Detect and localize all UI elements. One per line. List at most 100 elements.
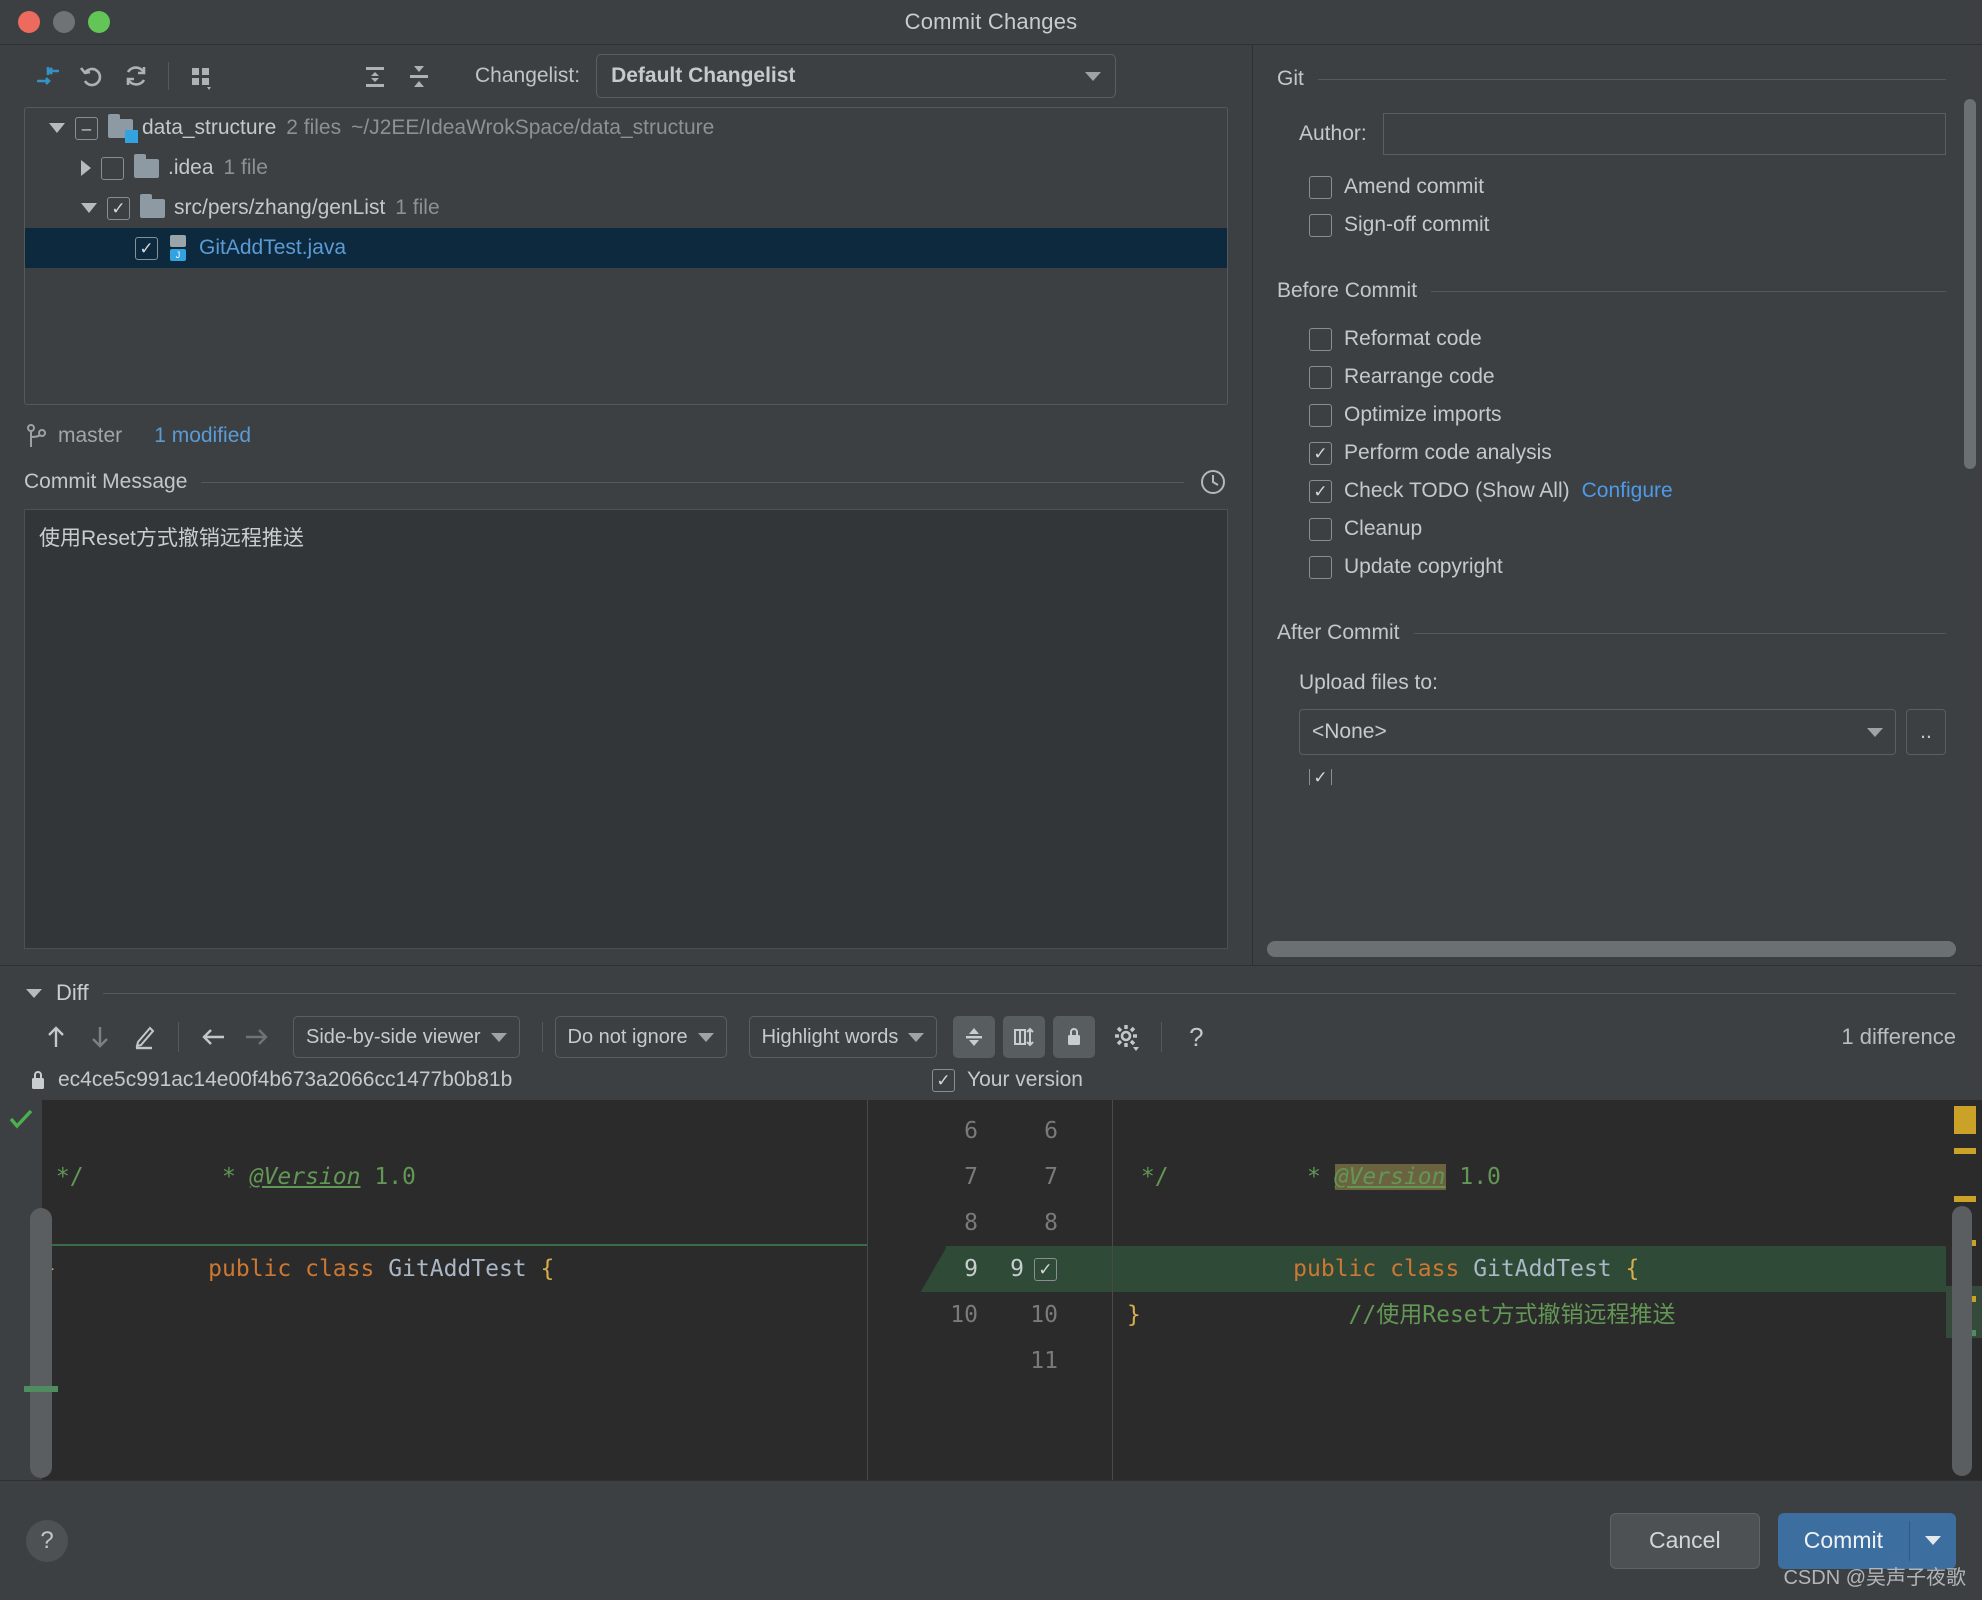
collapse-all-icon[interactable] <box>397 54 441 98</box>
chevron-down-icon <box>697 1032 714 1042</box>
chevron-right-icon[interactable] <box>81 160 91 176</box>
revert-icon[interactable] <box>70 54 114 98</box>
left-scrollbar-thumb[interactable] <box>30 1208 52 1478</box>
line-number-right: 11 <box>1030 1348 1058 1374</box>
line-number-right: 8 <box>1044 1210 1058 1236</box>
scrollbar-thumb[interactable] <box>1952 1206 1972 1476</box>
tree-item-label: data_structure <box>142 116 277 139</box>
table-row[interactable]: ✓ J GitAddTest.java <box>25 228 1227 268</box>
right-revision-label: ✓ Your version <box>880 1068 1982 1092</box>
viewer-mode-select[interactable]: Side-by-side viewer <box>293 1016 520 1058</box>
diff-right-pane[interactable]: * @Version 1.0 */ public class GitAddTes… <box>1113 1100 1982 1480</box>
edit-pencil-icon[interactable] <box>122 1015 166 1059</box>
optimize-imports-option[interactable]: Optimize imports <box>1253 403 1982 427</box>
checkbox-unchecked[interactable] <box>1309 517 1332 541</box>
help-question-icon[interactable]: ? <box>26 1519 68 1562</box>
check-todo-option[interactable]: ✓ Check TODO (Show All) Configure <box>1253 479 1982 503</box>
checkbox-unchecked[interactable] <box>1309 365 1332 389</box>
table-row[interactable]: – data_structure 2 files ~/J2EE/IdeaWrok… <box>25 108 1227 148</box>
difference-count: 1 difference <box>1841 1024 1956 1049</box>
line-number-left: 8 <box>964 1210 978 1236</box>
group-by-icon[interactable] <box>179 54 223 98</box>
scrollbar-thumb[interactable] <box>1267 941 1956 957</box>
changed-files-tree[interactable]: – data_structure 2 files ~/J2EE/IdeaWrok… <box>24 107 1228 405</box>
lock-icon[interactable] <box>1053 1016 1096 1058</box>
checkbox-unchecked[interactable] <box>1309 403 1332 427</box>
cleanup-option[interactable]: Cleanup <box>1253 517 1982 541</box>
checkbox-unchecked[interactable] <box>101 156 124 180</box>
arrow-up-icon[interactable] <box>34 1015 78 1059</box>
upload-files-label: Upload files to: <box>1299 671 1438 694</box>
whitespace-mode-select[interactable]: Do not ignore <box>554 1016 727 1058</box>
checkbox-checked[interactable]: ✓ <box>107 196 130 220</box>
align-columns-icon[interactable] <box>1003 1016 1046 1058</box>
highlight-mode-select[interactable]: Highlight words <box>748 1016 938 1058</box>
checkbox-unchecked[interactable] <box>1309 213 1332 237</box>
line-number-left: 10 <box>950 1302 978 1328</box>
refresh-icon[interactable] <box>114 54 158 98</box>
left-code: * @Version 1.0 */ public class GitAddTes… <box>42 1100 867 1480</box>
checkbox-checked[interactable]: ✓ <box>135 236 158 260</box>
accept-line-checkbox[interactable]: ✓ <box>1034 1257 1057 1281</box>
amend-commit-option[interactable]: Amend commit <box>1253 175 1982 199</box>
cancel-button[interactable]: Cancel <box>1609 1512 1760 1569</box>
divider <box>1317 78 1946 80</box>
checkbox-checked[interactable]: ✓ <box>1309 769 1332 785</box>
update-copyright-option[interactable]: Update copyright <box>1253 555 1982 579</box>
collapse-unchanged-icon[interactable] <box>953 1016 996 1058</box>
table-row[interactable]: .idea 1 file <box>25 148 1227 188</box>
options-vertical-scrollbar[interactable] <box>1964 99 1976 905</box>
arrow-down-icon[interactable] <box>78 1015 122 1059</box>
checkbox-unchecked[interactable] <box>1309 175 1332 199</box>
accept-change-icon[interactable] <box>8 1106 34 1136</box>
checkbox-checked[interactable]: ✓ <box>1309 441 1332 465</box>
divider <box>1431 290 1946 292</box>
checkbox-unchecked[interactable] <box>1309 327 1332 351</box>
expand-all-icon[interactable] <box>353 54 397 98</box>
branch-icon <box>27 424 46 447</box>
line-number-left: 7 <box>964 1164 978 1190</box>
rearrange-code-option[interactable]: Rearrange code <box>1253 365 1982 389</box>
history-clock-icon[interactable] <box>1198 467 1228 497</box>
chevron-down-icon[interactable] <box>1910 1536 1956 1545</box>
folder-icon <box>134 153 159 178</box>
diff-header[interactable]: Diff <box>0 966 1982 1006</box>
reformat-code-label: Reformat code <box>1344 327 1482 350</box>
checkbox-unchecked[interactable] <box>1309 555 1332 579</box>
configure-todo-link[interactable]: Configure <box>1582 479 1673 503</box>
gear-icon[interactable] <box>1105 1015 1149 1059</box>
checkbox-checked[interactable]: ✓ <box>932 1068 955 1092</box>
arrow-right-icon[interactable] <box>235 1015 279 1059</box>
changelist-select[interactable]: Default Changelist <box>596 54 1117 98</box>
diff-left-pane[interactable]: * @Version 1.0 */ public class GitAddTes… <box>0 1100 868 1480</box>
branch-status-bar: master 1 modified <box>0 405 1252 459</box>
upper-section: Changelist: Default Changelist – data_st… <box>0 45 1982 965</box>
help-question-icon[interactable]: ? <box>1174 1015 1218 1059</box>
browse-button[interactable]: .. <box>1906 709 1946 755</box>
sign-off-commit-option[interactable]: Sign-off commit <box>1253 213 1982 237</box>
chevron-down-icon[interactable] <box>81 203 97 213</box>
reformat-code-option[interactable]: Reformat code <box>1253 327 1982 351</box>
commit-message-input[interactable]: 使用Reset方式撤销远程推送 <box>24 509 1228 949</box>
checkbox-checked[interactable]: ✓ <box>1309 479 1332 503</box>
folder-icon <box>140 193 165 218</box>
checkbox-partial[interactable]: – <box>75 116 98 140</box>
options-horizontal-scrollbar[interactable] <box>1267 941 1956 957</box>
code-line: public class GitAddTest { <box>42 1200 867 1282</box>
scrollbar-thumb[interactable] <box>1964 99 1976 469</box>
changes-pane: Changelist: Default Changelist – data_st… <box>0 45 1252 965</box>
author-row: Author: <box>1253 113 1982 155</box>
show-diff-icon[interactable] <box>26 54 70 98</box>
upload-target-select[interactable]: <None> <box>1299 709 1896 755</box>
always-upload-option[interactable]: ✓ <box>1253 769 1982 785</box>
arrow-left-icon[interactable] <box>191 1015 235 1059</box>
line-number-right: 10 <box>1030 1302 1058 1328</box>
table-row[interactable]: ✓ src/pers/zhang/genList 1 file <box>25 188 1227 228</box>
diff-overview-scrollbar[interactable] <box>1946 1100 1982 1480</box>
chevron-down-icon[interactable] <box>49 123 65 133</box>
chevron-down-icon[interactable] <box>26 988 42 998</box>
watermark: CSDN @吴声子夜歌 <box>1783 1567 1966 1589</box>
author-field[interactable] <box>1382 113 1946 155</box>
perform-code-analysis-option[interactable]: ✓ Perform code analysis <box>1253 441 1982 465</box>
branch-modified-count[interactable]: 1 modified <box>154 424 251 448</box>
